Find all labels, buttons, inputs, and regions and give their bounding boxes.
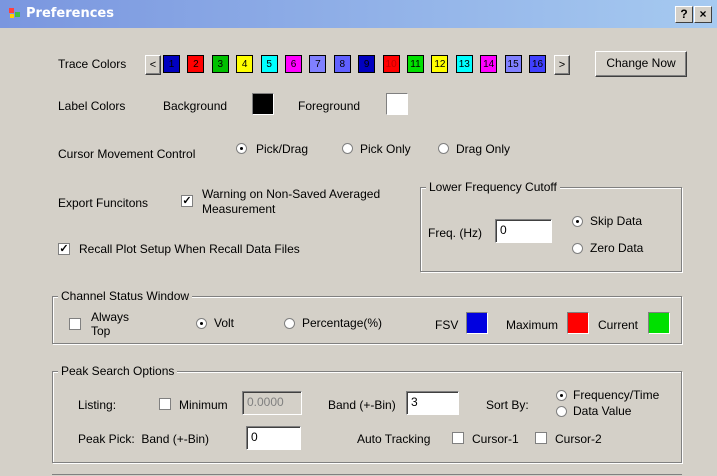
window-title: Preferences (26, 6, 114, 21)
percentage-label: Percentage(%) (302, 316, 383, 330)
listing-label: Listing: (78, 398, 117, 412)
trace-colors-label: Trace Colors (58, 57, 127, 71)
current-color-swatch[interactable] (648, 312, 670, 334)
pick-drag-radio[interactable] (236, 143, 247, 154)
fsv-color-swatch[interactable] (466, 312, 488, 334)
peak-pick-label: Peak Pick: Band (+-Bin) (78, 432, 210, 446)
help-button[interactable]: ? (675, 6, 693, 23)
warning-checkbox[interactable]: ✓ (181, 195, 193, 207)
zero-data-label: Zero Data (590, 241, 644, 255)
drag-only-radio[interactable] (438, 143, 449, 154)
cursor1-label: Cursor-1 (472, 432, 519, 446)
trace-color-swatch-7[interactable]: 7 (309, 55, 327, 73)
always-top-label: Always Top (91, 310, 130, 338)
band-label: Band (+-Bin) (328, 398, 396, 412)
percentage-radio[interactable] (284, 318, 295, 329)
export-functions-label: Export Funcitons (58, 196, 149, 210)
band-input[interactable]: 3 (406, 391, 459, 415)
background-label: Background (163, 99, 228, 113)
skip-data-label: Skip Data (590, 214, 643, 228)
trace-color-swatch-16[interactable]: 16 (529, 55, 546, 73)
volt-radio[interactable] (196, 318, 207, 329)
trace-color-swatch-8[interactable]: 8 (333, 55, 351, 73)
trace-color-swatch-3[interactable]: 3 (211, 55, 229, 73)
trace-color-swatch-11[interactable]: 11 (407, 55, 424, 73)
sort-data-value-label: Data Value (573, 404, 632, 418)
trace-color-swatch-5[interactable]: 5 (260, 55, 278, 73)
trace-color-swatch-1[interactable]: 1 (163, 55, 180, 73)
drag-only-label: Drag Only (456, 142, 511, 156)
pick-only-radio[interactable] (342, 143, 353, 154)
pick-drag-label: Pick/Drag (256, 142, 309, 156)
trace-prev-button[interactable]: < (145, 55, 161, 75)
trace-color-swatch-12[interactable]: 12 (431, 55, 449, 73)
foreground-color-swatch[interactable] (386, 93, 408, 115)
auto-tracking-label: Auto Tracking (357, 432, 431, 446)
sort-data-value-radio[interactable] (556, 406, 567, 417)
recall-checkbox[interactable]: ✓ (58, 243, 70, 255)
cursor2-checkbox[interactable] (535, 432, 547, 444)
warning-label: Warning on Non-Saved Averaged Measuremen… (202, 187, 381, 216)
preferences-dialog: Preferences ? × Trace Colors < 123456789… (0, 0, 717, 476)
trace-next-button[interactable]: > (554, 55, 570, 75)
foreground-label: Foreground (298, 99, 361, 113)
minimum-checkbox[interactable] (159, 398, 171, 410)
background-color-swatch[interactable] (252, 93, 274, 115)
trace-color-swatch-6[interactable]: 6 (285, 55, 302, 73)
current-label: Current (598, 318, 639, 332)
maximum-label: Maximum (506, 318, 559, 332)
fsv-label: FSV (435, 318, 459, 332)
recall-label: Recall Plot Setup When Recall Data Files (79, 242, 300, 256)
trace-color-swatch-2[interactable]: 2 (187, 55, 205, 73)
trace-color-swatch-15[interactable]: 15 (504, 55, 522, 73)
change-now-button[interactable]: Change Now (595, 51, 687, 77)
sort-by-label: Sort By: (486, 398, 529, 412)
lower-frequency-title: Lower Frequency Cutoff (426, 180, 560, 194)
freq-input[interactable]: 0 (495, 219, 552, 243)
app-icon (9, 8, 20, 18)
minimum-label: Minimum (179, 398, 228, 412)
trace-color-swatch-10[interactable]: 10 (382, 55, 400, 73)
trace-color-swatch-14[interactable]: 14 (480, 55, 498, 73)
trace-color-swatch-9[interactable]: 9 (358, 55, 376, 73)
volt-label: Volt (214, 316, 235, 330)
close-button[interactable]: × (694, 6, 712, 23)
channel-status-title: Channel Status Window (58, 289, 193, 303)
peak-pick-input[interactable]: 0 (246, 426, 301, 450)
pick-only-label: Pick Only (360, 142, 411, 156)
maximum-color-swatch[interactable] (567, 312, 589, 334)
trace-color-swatch-13[interactable]: 13 (455, 55, 473, 73)
sort-frequency-radio[interactable] (556, 390, 567, 401)
minimum-input[interactable]: 0.0000 (242, 391, 302, 415)
zero-data-radio[interactable] (572, 243, 583, 254)
freq-label: Freq. (Hz) (428, 226, 482, 240)
cursor-movement-label: Cursor Movement Control (58, 147, 196, 161)
always-top-checkbox[interactable] (69, 318, 81, 330)
cursor1-checkbox[interactable] (452, 432, 464, 444)
peak-search-title: Peak Search Options (58, 364, 178, 378)
trace-color-swatch-4[interactable]: 4 (236, 55, 254, 73)
cursor2-label: Cursor-2 (555, 432, 602, 446)
label-colors-label: Label Colors (58, 99, 126, 113)
skip-data-radio[interactable] (572, 216, 583, 227)
sort-frequency-label: Frequency/Time (573, 388, 660, 402)
